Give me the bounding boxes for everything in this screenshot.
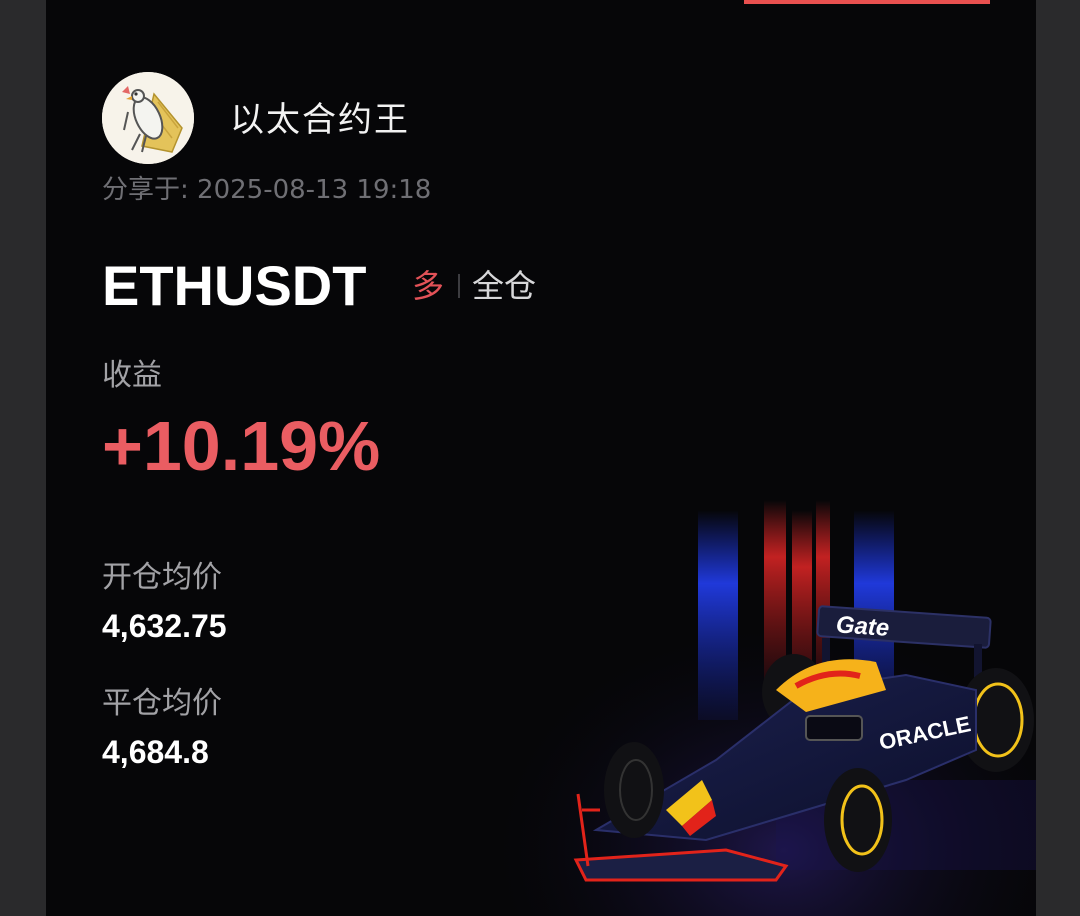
share-card: 以太合约王 分享于: 2025-08-13 19:18 ETHUSDT 多 全仓… (46, 0, 1036, 916)
open-price-value: 4,632.75 (102, 608, 227, 644)
share-datetime: 2025-08-13 19:18 (197, 175, 432, 205)
username: 以太合约王 (230, 100, 410, 140)
margin-mode-label: 全仓 (472, 267, 537, 305)
share-label: 分享于: (102, 175, 189, 205)
sponsor-text: Gate (835, 611, 890, 642)
side-divider (458, 274, 460, 298)
racing-car-icon: Gate ORACLE (476, 480, 1036, 916)
close-price-value: 4,684.8 (102, 734, 209, 770)
profit-value: +10.19% (102, 407, 381, 485)
top-accent-strip (744, 0, 990, 4)
close-price-label: 平仓均价 (102, 686, 222, 721)
position-side-badge: 多 (412, 267, 445, 305)
user-avatar[interactable] (102, 72, 194, 164)
profit-label: 收益 (102, 358, 162, 393)
bird-avatar-icon (102, 72, 194, 164)
share-time-row: 分享于: 2025-08-13 19:18 (102, 172, 431, 208)
trading-symbol: ETHUSDT (102, 254, 367, 317)
open-price-label: 开仓均价 (102, 560, 222, 595)
